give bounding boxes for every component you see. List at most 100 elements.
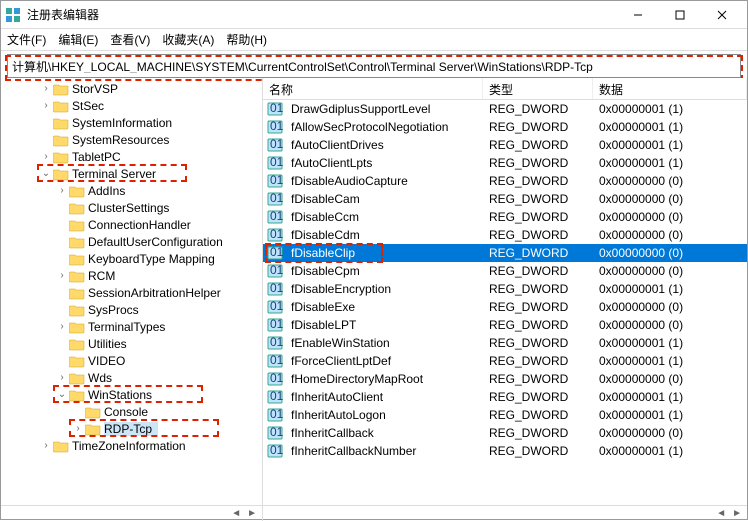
col-name[interactable]: 名称 [263,78,483,99]
value-row[interactable]: 011fInheritCallbackNumberREG_DWORD0x0000… [263,442,747,460]
menu-bar: 文件(F) 编辑(E) 查看(V) 收藏夹(A) 帮助(H) [1,29,747,51]
value-name: fInheritAutoLogon [285,408,483,422]
value-row[interactable]: 011fDisableLPTREG_DWORD0x00000000 (0) [263,316,747,334]
value-row[interactable]: 011fAutoClientDrivesREG_DWORD0x00000001 … [263,136,747,154]
value-row[interactable]: 011fInheritAutoLogonREG_DWORD0x00000001 … [263,406,747,424]
tree-item[interactable]: ›TerminalTypes [1,318,262,335]
value-row[interactable]: 011fEnableWinStationREG_DWORD0x00000001 … [263,334,747,352]
value-row[interactable]: 011fHomeDirectoryMapRootREG_DWORD0x00000… [263,370,747,388]
expander-icon[interactable]: › [71,423,85,434]
value-row[interactable]: 011fDisableExeREG_DWORD0x00000000 (0) [263,298,747,316]
tree-item[interactable]: ›Wds [1,369,262,386]
scroll-left-icon: ◄ [228,508,244,519]
svg-text:011: 011 [270,282,283,295]
value-data: 0x00000000 (0) [593,264,747,278]
tree-item[interactable]: ⌄ Terminal Server [1,165,262,182]
value-name: fAllowSecProtocolNegotiation [285,120,483,134]
value-name: fDisableExe [285,300,483,314]
tree-item[interactable]: SystemResources [1,131,262,148]
tree-item[interactable]: Utilities [1,335,262,352]
tree-item[interactable]: › TimeZoneInformation [1,437,262,454]
col-type[interactable]: 类型 [483,78,593,99]
tree-item[interactable]: ›StorVSP [1,80,262,97]
scroll-right-icon: ► [729,508,745,519]
tree-item[interactable]: SysProcs [1,301,262,318]
expander-icon[interactable]: ⌄ [39,168,53,179]
tree-item[interactable]: ›AddIns [1,182,262,199]
value-row[interactable]: 011fDisableClipREG_DWORD0x00000000 (0) [263,244,747,262]
expander-icon[interactable]: › [39,151,53,162]
tree-item-label: RDP-Tcp [104,422,158,436]
col-data[interactable]: 数据 [593,78,747,99]
value-row[interactable]: 011fForceClientLptDefREG_DWORD0x00000001… [263,352,747,370]
menu-view[interactable]: 查看(V) [110,31,150,48]
expander-icon[interactable]: › [39,83,53,94]
value-row[interactable]: 011fDisableCamREG_DWORD0x00000000 (0) [263,190,747,208]
tree-item-label: Terminal Server [72,167,162,181]
tree-item[interactable]: ConnectionHandler [1,216,262,233]
value-row[interactable]: 011fAutoClientLptsREG_DWORD0x00000001 (1… [263,154,747,172]
value-row[interactable]: 011DrawGdiplusSupportLevelREG_DWORD0x000… [263,100,747,118]
value-type: REG_DWORD [483,156,593,170]
title-bar: 注册表编辑器 [1,1,747,29]
tree-item[interactable]: KeyboardType Mapping [1,250,262,267]
expander-icon[interactable]: › [55,270,69,281]
value-name: fAutoClientLpts [285,156,483,170]
value-row[interactable]: 011fDisableCcmREG_DWORD0x00000000 (0) [263,208,747,226]
value-row[interactable]: 011fInheritCallbackREG_DWORD0x00000000 (… [263,424,747,442]
folder-icon [53,439,69,453]
tree-item[interactable]: ⌄WinStations [1,386,262,403]
tree-item[interactable]: Console [1,403,262,420]
value-name: fDisableLPT [285,318,483,332]
svg-text:011: 011 [270,210,283,223]
value-type: REG_DWORD [483,444,593,458]
folder-icon [69,286,85,300]
tree-pane[interactable]: ›StorVSP›StSec SystemInformationSystemRes… [1,78,263,505]
expander-icon[interactable]: › [55,321,69,332]
tree-item[interactable]: ›TabletPC [1,148,262,165]
tree-item[interactable]: ›StSec [1,97,262,114]
value-icon: 011 [267,282,283,296]
menu-edit[interactable]: 编辑(E) [58,31,98,48]
folder-icon [53,133,69,147]
menu-help[interactable]: 帮助(H) [226,31,267,48]
tree-item[interactable]: SystemInformation [1,114,262,131]
tree-item-label: SessionArbitrationHelper [88,286,227,300]
tree-item[interactable]: SessionArbitrationHelper [1,284,262,301]
values-pane[interactable]: 名称 类型 数据 011DrawGdiplusSupportLevelREG_D… [263,78,747,505]
tree-item-label: TimeZoneInformation [72,439,192,453]
tree-item[interactable]: DefaultUserConfiguration [1,233,262,250]
tree-hscroll[interactable]: ◄ ► [1,506,263,521]
value-data: 0x00000000 (0) [593,228,747,242]
value-row[interactable]: 011fInheritAutoClientREG_DWORD0x00000001… [263,388,747,406]
menu-file[interactable]: 文件(F) [7,31,46,48]
minimize-button[interactable] [617,1,659,29]
menu-fav[interactable]: 收藏夹(A) [162,31,214,48]
expander-icon[interactable]: › [55,185,69,196]
value-type: REG_DWORD [483,408,593,422]
expander-icon[interactable]: › [39,100,53,111]
value-row[interactable]: 011fDisableAudioCaptureREG_DWORD0x000000… [263,172,747,190]
tree-item[interactable]: › RDP-Tcp [1,420,262,437]
value-type: REG_DWORD [483,336,593,350]
value-icon: 011 [267,138,283,152]
scroll-right-icon: ► [244,508,260,519]
tree-item[interactable]: VIDEO [1,352,262,369]
expander-icon[interactable]: › [39,440,53,451]
list-hscroll[interactable]: ◄ ► [263,506,747,521]
value-data: 0x00000001 (1) [593,282,747,296]
svg-text:011: 011 [270,426,283,439]
tree-item-label: SystemInformation [72,116,178,130]
value-icon: 011 [267,408,283,422]
value-row[interactable]: 011fAllowSecProtocolNegotiationREG_DWORD… [263,118,747,136]
value-row[interactable]: 011fDisableCpmREG_DWORD0x00000000 (0) [263,262,747,280]
address-input[interactable] [12,59,736,73]
tree-item[interactable]: ClusterSettings [1,199,262,216]
expander-icon[interactable]: › [55,372,69,383]
value-row[interactable]: 011fDisableEncryptionREG_DWORD0x00000001… [263,280,747,298]
tree-item[interactable]: ›RCM [1,267,262,284]
maximize-button[interactable] [659,1,701,29]
close-button[interactable] [701,1,743,29]
expander-icon[interactable]: ⌄ [55,389,69,400]
value-row[interactable]: 011fDisableCdmREG_DWORD0x00000000 (0) [263,226,747,244]
